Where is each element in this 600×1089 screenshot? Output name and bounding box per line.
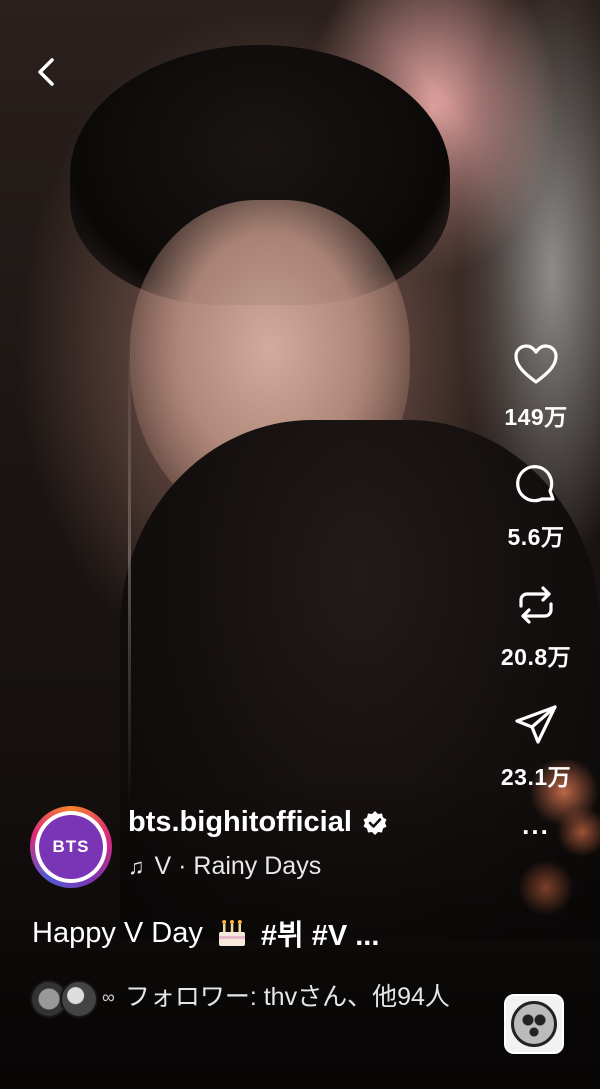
heart-icon: [514, 344, 558, 384]
cake-icon: [218, 920, 245, 946]
follower-avatar: [60, 980, 98, 1018]
username[interactable]: bts.bighitofficial: [128, 806, 352, 839]
like-button[interactable]: 149万: [504, 340, 567, 432]
caption-text: Happy V Day: [32, 916, 203, 949]
caption-hashtags[interactable]: #뷔 #V ...: [261, 912, 380, 954]
share-count: 23.1万: [500, 764, 572, 790]
like-count: 149万: [504, 404, 568, 430]
profile-avatar[interactable]: BTS: [30, 806, 112, 888]
followers-row[interactable]: ∞ フォロワー: thvさん、他94人: [30, 980, 470, 1018]
comment-count: 5.6万: [507, 524, 565, 550]
original-audio-thumbnail[interactable]: [504, 994, 564, 1054]
repost-icon: [519, 586, 553, 624]
back-button[interactable]: [26, 52, 66, 92]
comment-button[interactable]: 5.6万: [508, 460, 565, 552]
avatar-logo: BTS: [39, 815, 103, 879]
action-bar: 149万 5.6万 20.8万 23.1万 ...: [488, 340, 584, 848]
music-note-icon: ♫: [128, 853, 145, 879]
followers-text: フォロワー: thvさん、他94人: [124, 983, 450, 1011]
share-button[interactable]: 23.1万: [501, 700, 571, 792]
more-options-button[interactable]: ...: [522, 812, 550, 848]
music-title: V · Rainy Days: [154, 852, 322, 880]
share-icon: [515, 705, 557, 744]
verified-icon: [363, 810, 387, 835]
reel-viewer: 149万 5.6万 20.8万 23.1万 ... BTS bts.bighit…: [0, 0, 600, 1089]
caption[interactable]: Happy V Day #뷔 #V ...: [32, 912, 379, 954]
back-icon: [38, 58, 54, 86]
repost-button[interactable]: 20.8万: [501, 580, 571, 672]
audio-avatar-icon: [511, 1001, 557, 1047]
repost-count: 20.8万: [500, 644, 572, 670]
link-icon: ∞: [102, 987, 115, 1007]
music-info[interactable]: ♫ V · Rainy Days: [128, 852, 321, 881]
comment-icon: [516, 465, 555, 503]
username-row[interactable]: bts.bighitofficial: [128, 806, 388, 839]
